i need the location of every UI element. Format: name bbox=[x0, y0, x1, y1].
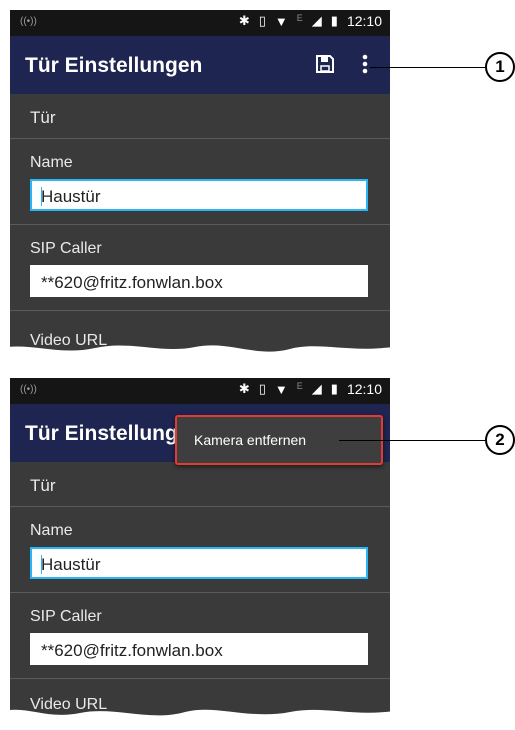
radio-icon: ((•)) bbox=[20, 384, 37, 395]
wifi-icon: ▼ bbox=[274, 13, 288, 29]
section-title: Tür bbox=[30, 476, 56, 495]
app-bar: Tür Einstellungen bbox=[10, 36, 390, 94]
signal-icon: ◢ bbox=[311, 381, 322, 396]
clock: 12:10 bbox=[346, 13, 382, 29]
sip-caller-field-group: SIP Caller **620@fritz.fonwlan.box bbox=[10, 593, 390, 679]
network-type-label: E bbox=[296, 13, 303, 23]
bluetooth-icon: ✱ bbox=[238, 381, 250, 396]
menu-item-remove-camera[interactable]: Kamera entfernen bbox=[194, 432, 306, 448]
name-label: Name bbox=[30, 522, 73, 539]
callout-1: 1 bbox=[485, 52, 515, 82]
wifi-icon: ▼ bbox=[274, 381, 288, 397]
sip-caller-label: SIP Caller bbox=[30, 608, 102, 625]
bluetooth-icon: ✱ bbox=[238, 13, 250, 28]
clock: 12:10 bbox=[346, 381, 382, 397]
radio-icon: ((•)) bbox=[20, 16, 37, 27]
more-vert-icon[interactable] bbox=[360, 52, 370, 76]
vibrate-icon: ▯ bbox=[258, 381, 266, 396]
name-field-group: Name Haustür bbox=[10, 139, 390, 225]
callout-line-1 bbox=[370, 67, 485, 68]
vibrate-icon: ▯ bbox=[258, 13, 266, 28]
status-bar: ((•)) ✱ ▯ ▼ E ◢ ▮ 12:10 bbox=[10, 378, 390, 404]
section-header: Tür bbox=[10, 462, 390, 507]
callout-2: 2 bbox=[485, 425, 515, 455]
status-bar: ((•)) ✱ ▯ ▼ E ◢ ▮ 12:10 bbox=[10, 10, 390, 36]
battery-icon: ▮ bbox=[330, 381, 338, 396]
battery-icon: ▮ bbox=[330, 13, 338, 28]
page-title: Tür Einstellunge bbox=[25, 422, 190, 445]
name-input[interactable]: Haustür bbox=[30, 179, 368, 211]
section-title: Tür bbox=[30, 108, 56, 127]
name-field-group: Name Haustür bbox=[10, 507, 390, 593]
page-title: Tür Einstellungen bbox=[25, 54, 203, 77]
sip-caller-input[interactable]: **620@fritz.fonwlan.box bbox=[30, 265, 368, 297]
torn-edge bbox=[0, 709, 400, 730]
signal-icon: ◢ bbox=[311, 13, 322, 28]
callout-line-2 bbox=[339, 440, 485, 441]
sip-caller-label: SIP Caller bbox=[30, 240, 102, 257]
name-input[interactable]: Haustür bbox=[30, 547, 368, 579]
torn-edge bbox=[0, 345, 400, 364]
sip-caller-field-group: SIP Caller **620@fritz.fonwlan.box bbox=[10, 225, 390, 311]
save-icon[interactable] bbox=[315, 54, 335, 74]
screenshot-1: ((•)) ✱ ▯ ▼ E ◢ ▮ 12:10 Tür Einstellunge… bbox=[10, 10, 390, 355]
network-type-label: E bbox=[296, 381, 303, 391]
sip-caller-input[interactable]: **620@fritz.fonwlan.box bbox=[30, 633, 368, 665]
name-label: Name bbox=[30, 154, 73, 171]
section-header: Tür bbox=[10, 94, 390, 139]
